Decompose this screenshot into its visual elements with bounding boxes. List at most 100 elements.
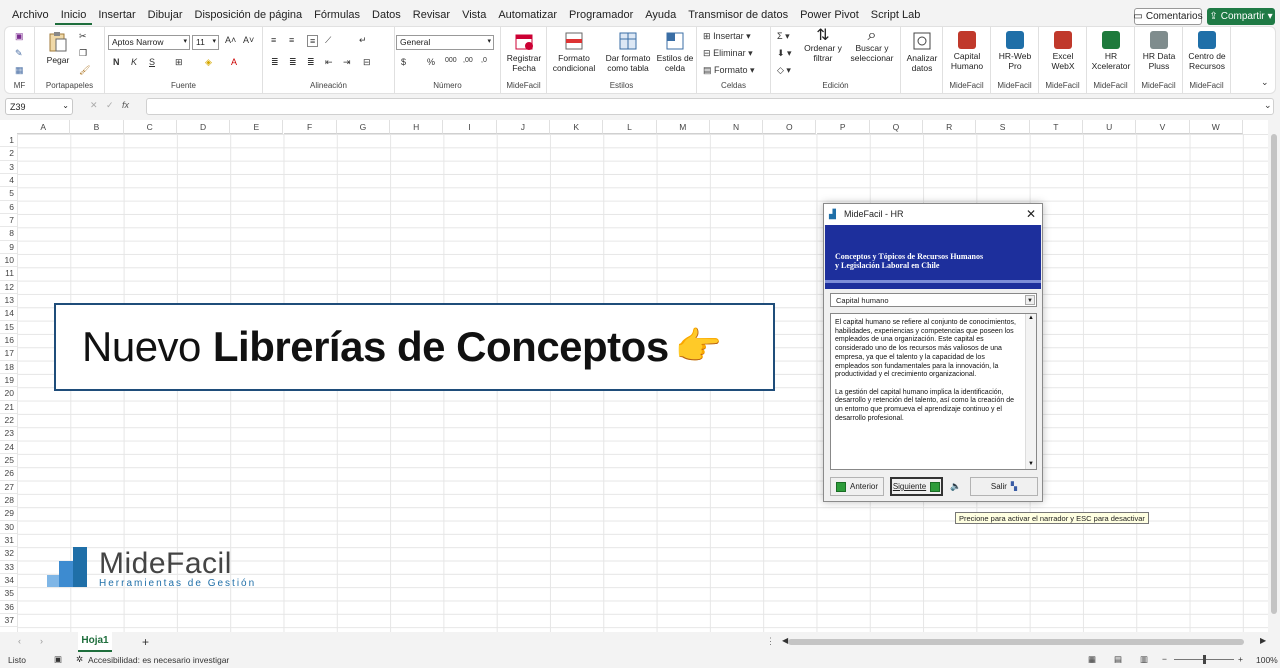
row-header[interactable]: 12 xyxy=(0,281,17,294)
row-header[interactable]: 22 xyxy=(0,414,17,428)
align-middle-icon[interactable]: ≡ xyxy=(289,35,294,45)
increase-decimal-icon[interactable]: ,00 xyxy=(463,57,473,64)
wrap-text-icon[interactable]: ↵ xyxy=(359,35,367,46)
text-scrollbar[interactable]: ▲ ▼ xyxy=(1025,314,1036,469)
percent-icon[interactable]: % xyxy=(427,57,435,67)
clear-icon[interactable]: ◇ ▾ xyxy=(777,65,791,76)
font-color-icon[interactable]: A xyxy=(231,57,237,67)
table-format-button[interactable]: Dar formato como tabla xyxy=(603,31,653,73)
row-header[interactable]: 17 xyxy=(0,347,17,361)
column-header[interactable]: C xyxy=(123,120,177,134)
sort-filter-button[interactable]: ⇅ Ordenar y filtrar xyxy=(801,28,845,64)
row-header[interactable]: 15 xyxy=(0,321,17,334)
menu-tab[interactable]: Power Pivot xyxy=(794,9,865,25)
expand-formula-icon[interactable]: ⌄ xyxy=(1264,100,1272,111)
row-header[interactable]: 1 xyxy=(0,134,17,148)
addin-button[interactable]: Centro de Recursos xyxy=(1185,31,1229,71)
row-header[interactable]: 5 xyxy=(0,187,17,201)
check-icon[interactable]: ✓ xyxy=(106,100,114,111)
row-header[interactable]: 27 xyxy=(0,481,17,494)
format-button[interactable]: ▤ Formato ▾ xyxy=(703,65,755,76)
column-header[interactable]: U xyxy=(1083,120,1137,134)
menu-tab[interactable]: Datos xyxy=(366,9,407,25)
comments-button[interactable]: ▭ Comentarios xyxy=(1133,8,1203,25)
delete-button[interactable]: ⊟ Eliminar ▾ xyxy=(703,48,753,59)
column-header[interactable]: N xyxy=(709,120,764,134)
column-header[interactable]: Q xyxy=(869,120,924,134)
row-header[interactable]: 28 xyxy=(0,494,17,508)
register-date-button[interactable]: Registrar Fecha xyxy=(503,31,545,73)
thousands-icon[interactable]: 000 xyxy=(445,57,457,64)
row-header[interactable]: 11 xyxy=(0,267,17,281)
prev-sheet-icon[interactable]: ‹ xyxy=(18,636,21,646)
sheet-tab-hoja1[interactable]: Hoja1 xyxy=(78,632,112,652)
paste-button[interactable]: Pegar xyxy=(43,31,73,65)
column-header[interactable]: V xyxy=(1136,120,1190,134)
row-header[interactable]: 37 xyxy=(0,614,17,628)
row-header[interactable]: 4 xyxy=(0,174,17,188)
collapse-ribbon-icon[interactable]: ⌄ xyxy=(1261,77,1269,88)
currency-icon[interactable]: $ xyxy=(401,57,406,67)
column-header[interactable]: R xyxy=(923,120,977,134)
column-header[interactable]: J xyxy=(496,120,550,134)
horizontal-scrollbar[interactable] xyxy=(788,639,1244,645)
font-size-select[interactable]: 11 ▾ xyxy=(192,35,219,50)
formula-input[interactable] xyxy=(146,98,1274,115)
menu-tab[interactable]: Transmisor de datos xyxy=(682,9,794,25)
column-header[interactable]: M xyxy=(656,120,710,134)
addin-button[interactable]: HR-Web Pro xyxy=(993,31,1037,71)
menu-tab[interactable]: Ayuda xyxy=(639,9,682,25)
addin-button[interactable]: Excel WebX xyxy=(1041,31,1085,71)
vertical-scrollbar[interactable] xyxy=(1268,120,1280,632)
column-header[interactable]: L xyxy=(603,120,657,134)
row-header[interactable]: 3 xyxy=(0,161,17,174)
row-header[interactable]: 18 xyxy=(0,361,17,374)
column-header[interactable]: P xyxy=(816,120,870,134)
menu-tab[interactable]: Archivo xyxy=(6,9,55,25)
row-header[interactable]: 9 xyxy=(0,241,17,254)
underline-icon[interactable]: S xyxy=(149,57,155,67)
menu-tab[interactable]: Script Lab xyxy=(865,9,927,25)
zoom-in-icon[interactable]: + xyxy=(1238,654,1243,664)
row-header[interactable]: 13 xyxy=(0,294,17,308)
page-layout-icon[interactable]: ▤ xyxy=(1114,654,1122,665)
row-header[interactable]: 20 xyxy=(0,387,17,401)
row-header[interactable]: 30 xyxy=(0,521,17,534)
font-name-select[interactable]: Aptos Narrow ▾ xyxy=(108,35,190,50)
row-header[interactable]: 36 xyxy=(0,601,17,614)
speaker-icon[interactable]: 🔈 xyxy=(950,481,961,492)
menu-tab[interactable]: Disposición de página xyxy=(189,9,309,25)
row-header[interactable]: 31 xyxy=(0,534,17,548)
column-header[interactable]: O xyxy=(763,120,817,134)
grid-icon[interactable]: ▦ xyxy=(15,65,24,76)
cut-icon[interactable]: ✂ xyxy=(79,31,87,42)
row-header[interactable]: 6 xyxy=(0,201,17,214)
fill-icon[interactable]: ⬇ ▾ xyxy=(777,48,792,59)
scroll-thumb[interactable] xyxy=(1271,134,1277,614)
column-header[interactable]: T xyxy=(1029,120,1083,134)
increase-font-icon[interactable]: A˄ xyxy=(225,35,236,45)
analyze-button[interactable]: Analizar datos xyxy=(903,31,941,73)
row-header[interactable]: 8 xyxy=(0,227,17,241)
name-box[interactable]: Z39 ⌄ xyxy=(5,98,73,115)
italic-icon[interactable]: K xyxy=(131,57,137,67)
topic-select[interactable]: Capital humano ▼ xyxy=(830,293,1037,307)
column-header[interactable]: S xyxy=(976,120,1030,134)
insert-button[interactable]: ⊞ Insertar ▾ xyxy=(703,31,751,42)
bold-icon[interactable]: N xyxy=(113,57,120,67)
page-break-icon[interactable]: ▥ xyxy=(1140,654,1148,665)
zoom-level[interactable]: 100% xyxy=(1256,655,1278,665)
macro-icon[interactable]: ▣ xyxy=(54,654,62,665)
row-header[interactable]: 33 xyxy=(0,561,17,574)
spreadsheet-grid[interactable]: ABCDEFGHIJKLMNOPQRSTUVW 1 2 3 4 5 6 7 8 9 10 11 12 1… xyxy=(0,120,1268,632)
tab-split-icon[interactable]: ⋮ xyxy=(766,636,775,647)
indent-decrease-icon[interactable]: ⇤ xyxy=(325,57,333,68)
column-header[interactable]: A xyxy=(17,120,71,134)
decrease-decimal-icon[interactable]: ,0 xyxy=(481,57,487,64)
column-header[interactable]: F xyxy=(283,120,337,134)
row-header[interactable]: 24 xyxy=(0,441,17,454)
format-painter-icon[interactable]: 🖌 xyxy=(79,65,90,76)
align-left-icon[interactable]: ≣ xyxy=(271,57,279,68)
cancel-icon[interactable]: ✕ xyxy=(90,100,98,111)
addin-button[interactable]: HR Data Pluss xyxy=(1137,31,1181,71)
